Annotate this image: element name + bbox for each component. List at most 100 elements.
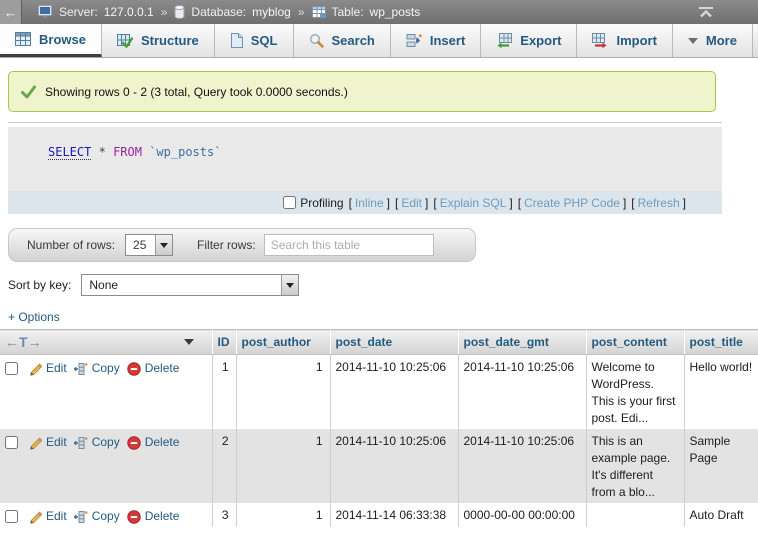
database-icon [174,5,185,19]
delete-icon [127,436,141,450]
bracket: ] [623,196,626,210]
tab-structure[interactable]: Structure [102,24,215,57]
row-checkbox[interactable] [5,362,18,375]
tab-insert[interactable]: Insert [391,24,481,57]
tab-search[interactable]: Search [294,24,391,57]
cell-post-date-gmt[interactable]: 2014-11-10 10:25:06 [458,355,586,430]
tab-browse[interactable]: Browse [0,24,102,57]
breadcrumb-bar: ← Server: 127.0.0.1 » Database: myblog » [0,0,758,24]
edit-link[interactable]: Edit [28,508,67,525]
server-label: Server: [59,5,98,19]
bracket: [ [349,196,352,210]
server-link[interactable]: 127.0.0.1 [104,5,154,19]
export-icon [496,33,512,48]
copy-link[interactable]: Copy [74,360,120,377]
sql-keyword-select[interactable]: SELECT [48,145,91,160]
bracket: [ [518,196,521,210]
bracket: [ [631,196,634,210]
cell-post-date[interactable]: 2014-11-14 06:33:38 [330,503,458,527]
column-move-glyph[interactable]: ←T→ [5,334,42,350]
left-arrow-icon: ← [4,5,17,20]
explain-sql-link[interactable]: Explain SQL [440,196,507,210]
cell-post-date[interactable]: 2014-11-10 10:25:06 [330,355,458,430]
copy-row-icon [74,362,88,376]
cell-post-content[interactable]: This is an example page. It's different … [586,429,684,503]
tab-label: Import [616,33,656,48]
edit-link-label: Edit [46,360,67,377]
success-check-icon [21,85,36,99]
pencil-icon [28,362,42,376]
cell-post-content[interactable] [586,503,684,527]
profiling-label: Profiling [300,196,343,210]
cell-post-content[interactable]: Welcome to WordPress. This is your first… [586,355,684,430]
cell-id[interactable]: 2 [212,429,236,503]
column-header-id[interactable]: ID [212,330,236,355]
num-rows-select[interactable]: 25 [125,234,173,256]
num-rows-value: 25 [133,238,146,252]
database-link[interactable]: myblog [252,5,291,19]
table-link[interactable]: wp_posts [370,5,421,19]
edit-link[interactable]: Edit [28,360,67,377]
profiling-checkbox[interactable] [283,196,296,209]
chevron-down-icon [281,275,298,295]
tab-sql[interactable]: SQL [215,24,294,57]
database-label: Database: [191,5,246,19]
php-code-link-group: [Create PHP Code] [518,196,627,210]
cell-post-date[interactable]: 2014-11-10 10:25:06 [330,429,458,503]
create-php-code-link[interactable]: Create PHP Code [524,196,620,210]
cell-post-author[interactable]: 1 [236,503,330,527]
cell-id[interactable]: 3 [212,503,236,527]
bracket: ] [683,196,686,210]
cell-post-date-gmt[interactable]: 0000-00-00 00:00:00 [458,503,586,527]
chevron-down-icon [688,38,698,44]
success-message-text: Showing rows 0 - 2 (3 total, Query took … [45,85,348,99]
tab-more[interactable]: More [673,24,753,57]
chevron-down-icon [155,235,172,255]
delete-link[interactable]: Delete [127,360,180,377]
inline-link[interactable]: Inline [355,196,384,210]
column-header-post-author[interactable]: post_author [236,330,330,355]
tab-label: Search [332,33,375,48]
column-header-post-date[interactable]: post_date [330,330,458,355]
options-toggle-link[interactable]: + Options [8,310,60,324]
back-arrow-button[interactable]: ← [0,0,22,24]
cell-post-title[interactable]: Hello world! [684,355,758,430]
row-checkbox[interactable] [5,510,18,523]
pencil-icon [28,510,42,524]
cell-post-title[interactable]: Auto Draft [684,503,758,527]
cell-id[interactable]: 1 [212,355,236,430]
search-icon [309,33,324,48]
edit-query-link[interactable]: Edit [401,196,422,210]
tab-import[interactable]: Import [577,24,672,57]
delete-link[interactable]: Delete [127,508,180,525]
cell-post-title[interactable]: Sample Page [684,429,758,503]
row-actions-cell: Edit Copy Delete [0,429,212,503]
tab-label: Browse [39,32,86,47]
filter-rows-input[interactable] [264,234,434,256]
cell-post-author[interactable]: 1 [236,429,330,503]
tab-label: Export [520,33,561,48]
row-checkbox[interactable] [5,436,18,449]
edit-link-label: Edit [46,434,67,451]
refresh-link[interactable]: Refresh [638,196,680,210]
column-header-post-title[interactable]: post_title [684,330,758,355]
structure-icon [117,34,133,48]
cell-post-author[interactable]: 1 [236,355,330,430]
query-toolbar: Profiling [Inline] [Edit] [Explain SQL] … [8,191,722,214]
delete-link[interactable]: Delete [127,434,180,451]
sort-by-key-select[interactable]: None [81,274,299,296]
tab-label: Structure [141,33,199,48]
tab-export[interactable]: Export [481,24,577,57]
scroll-top-button[interactable] [698,6,714,18]
column-header-post-content[interactable]: post_content [586,330,684,355]
column-visibility-icon[interactable] [184,339,194,345]
edit-link-label: Edit [46,508,67,525]
column-header-post-date-gmt[interactable]: post_date_gmt [458,330,586,355]
results-table: ←T→ ID post_author post_date post_date_g… [0,329,758,527]
copy-link[interactable]: Copy [74,508,120,525]
table-row: Edit Copy Delete 1 1 2014-11-10 1 [0,355,758,430]
inline-link-group: [Inline] [349,196,390,210]
edit-link[interactable]: Edit [28,434,67,451]
copy-link[interactable]: Copy [74,434,120,451]
cell-post-date-gmt[interactable]: 2014-11-10 10:25:06 [458,429,586,503]
